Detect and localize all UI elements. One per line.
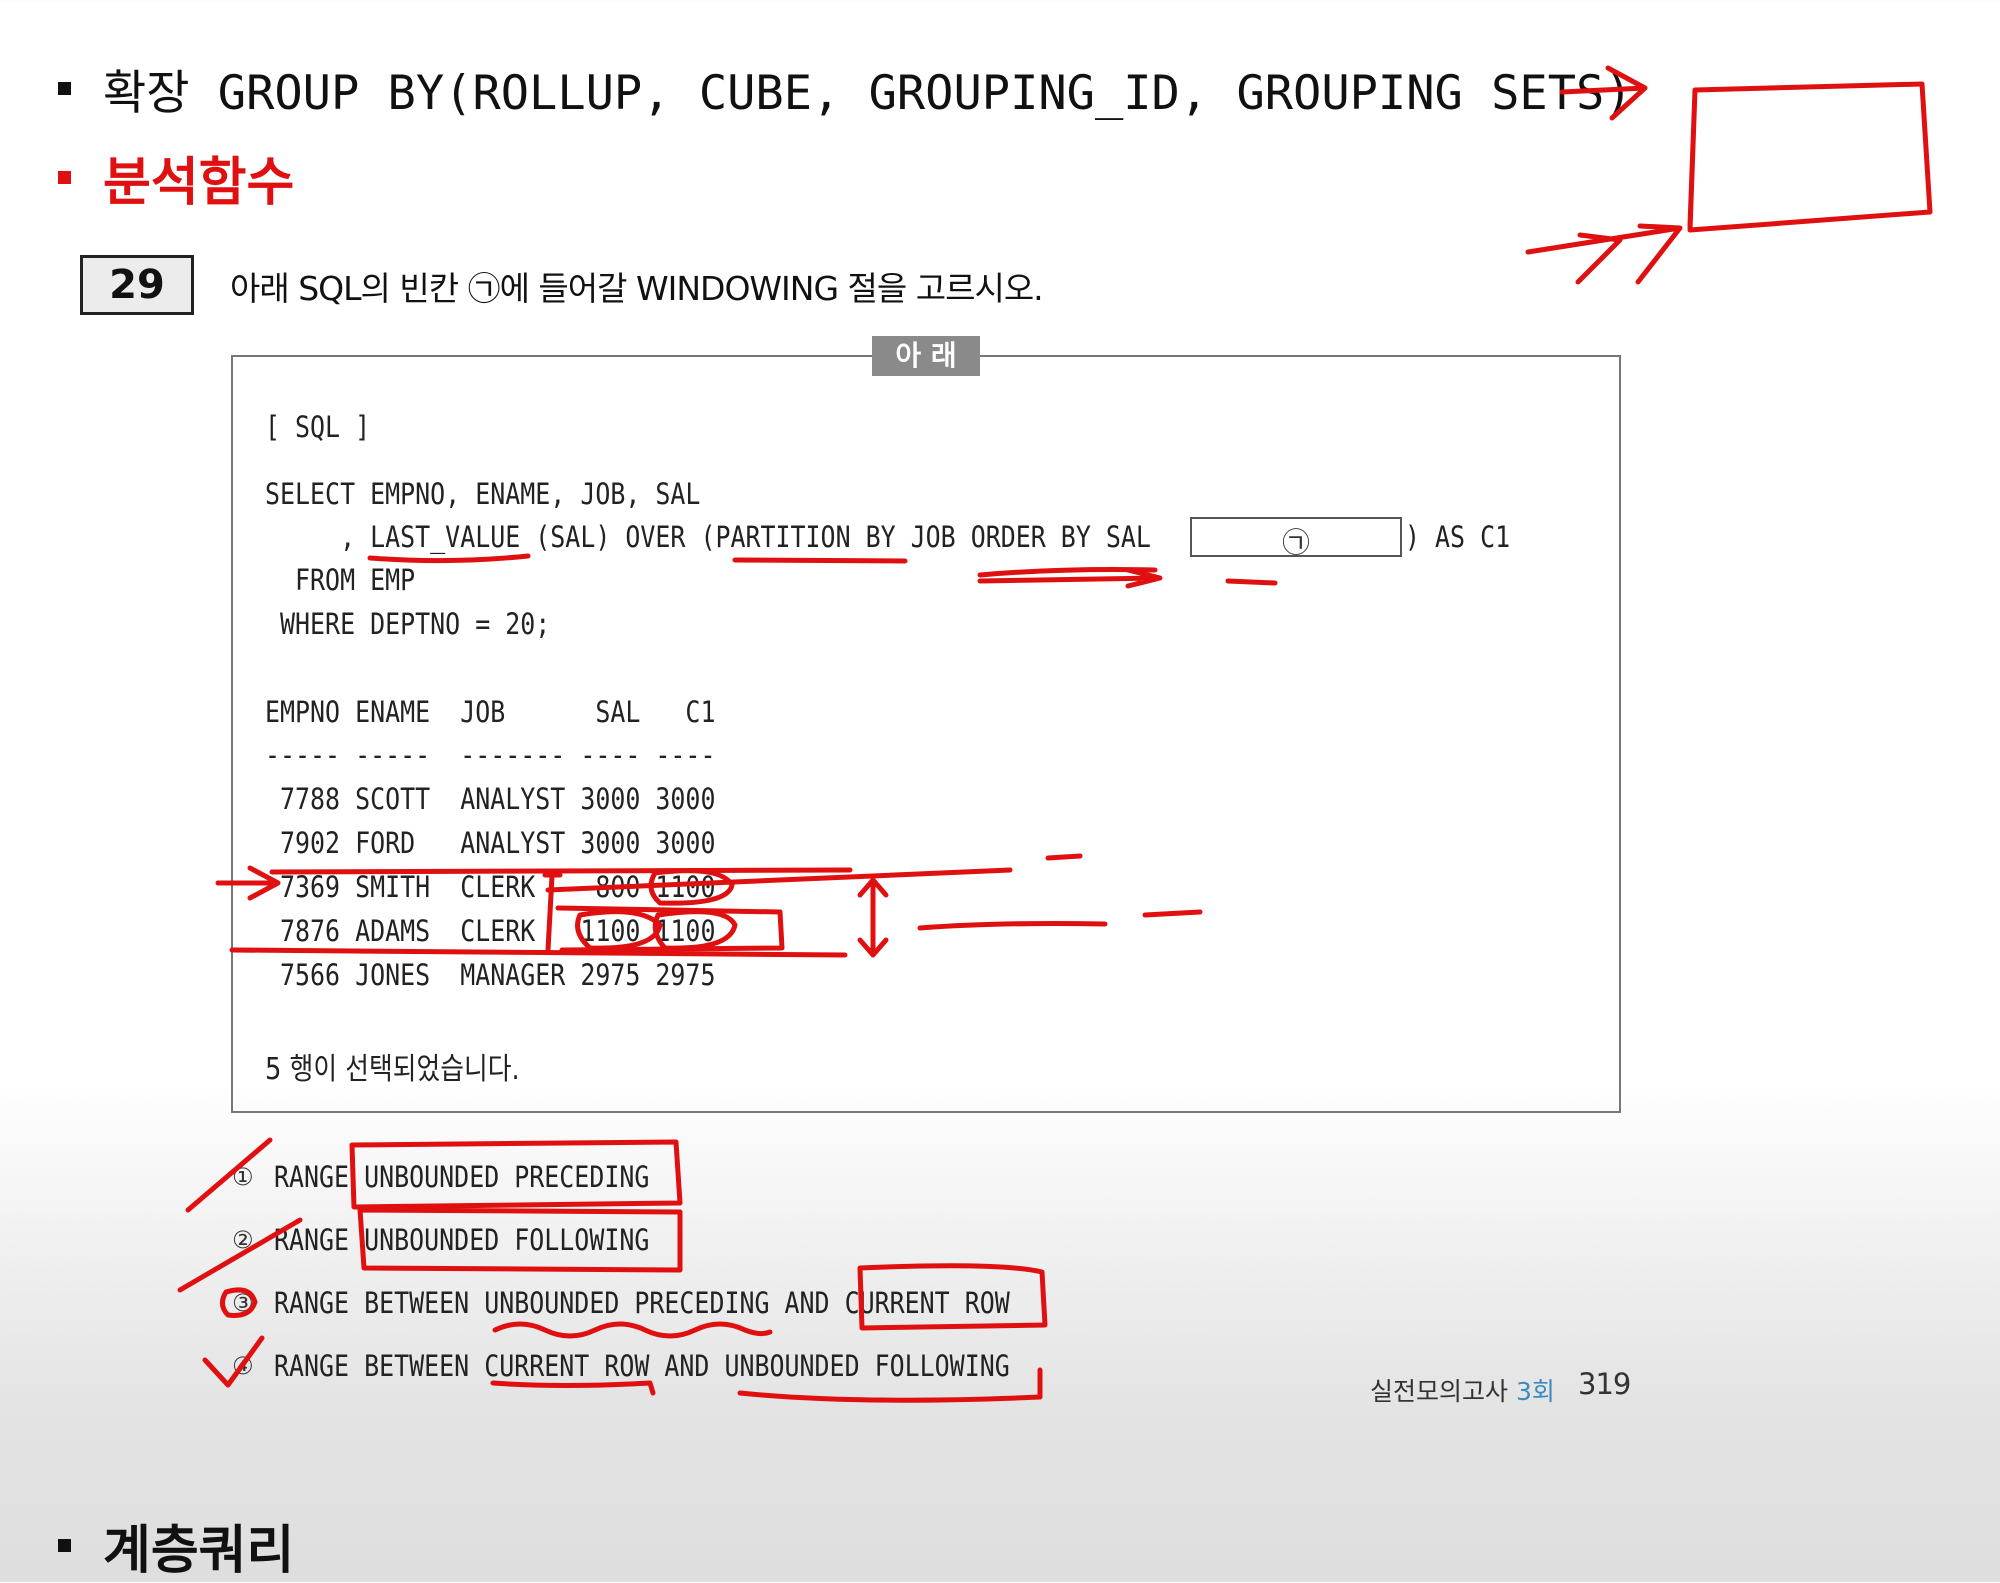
bullet-hierarchical-query: 계층쿼리 (58, 1508, 294, 1583)
sql-box (231, 355, 1621, 1113)
underline-option-4-current-row (490, 1380, 656, 1396)
bullet-extended-group-by: 확장 GROUP BY(ROLLUP, CUBE, GROUPING_ID, G… (58, 54, 1633, 123)
result-row: 7566 JONES MANAGER 2975 2975 (265, 958, 716, 992)
sql-line-2: , LAST_VALUE (SAL) OVER (PARTITION BY JO… (265, 520, 1151, 554)
page-number: 319 (1578, 1367, 1631, 1401)
round-label: 3회 (1515, 1377, 1555, 1406)
wavy-underline-option-3 (492, 1321, 773, 1339)
slash-option-1 (185, 1137, 273, 1213)
result-divider: ----- ----- ------- ---- ---- (265, 738, 716, 772)
result-row: 7902 FORD ANALYST 3000 3000 (265, 826, 716, 860)
sql-line-3: FROM EMP (265, 563, 416, 597)
box-label: 아 래 (872, 336, 980, 376)
bullet-text: 계층쿼리 (103, 1521, 295, 1581)
option-4-number: ④ (232, 1352, 254, 1380)
bullet-text: 분석함수 (103, 153, 295, 213)
result-footer: 5 행이 선택되었습니다. (265, 1052, 520, 1087)
bullet-analytic-functions: 분석함수 (58, 140, 294, 215)
option-3-text[interactable]: RANGE BETWEEN UNBOUNDED PRECEDING AND CU… (274, 1286, 1010, 1320)
option-3-number: ③ (232, 1289, 254, 1317)
result-row: 7788 SCOTT ANALYST 3000 3000 (265, 782, 716, 816)
sketch-box-icon (1687, 81, 1933, 233)
option-4-text[interactable]: RANGE BETWEEN CURRENT ROW AND UNBOUNDED … (274, 1349, 1010, 1383)
sql-line-4: WHERE DEPTNO = 20; (265, 607, 551, 641)
option-1-number: ① (232, 1163, 254, 1191)
option-1-text[interactable]: RANGE UNBOUNDED PRECEDING (274, 1160, 649, 1194)
bullet-text: 확장 GROUP BY(ROLLUP, CUBE, GROUPING_ID, G… (103, 66, 1633, 121)
question-number: 29 (80, 255, 194, 315)
page-footer-series: 실전모의고사 3회 (1370, 1372, 1555, 1408)
bullet-square-icon (58, 171, 71, 184)
sql-label: [ SQL ] (265, 410, 371, 444)
bullet-square-icon (58, 1539, 71, 1552)
bullet-square-icon (58, 82, 71, 95)
option-2-text[interactable]: RANGE UNBOUNDED FOLLOWING (274, 1223, 649, 1257)
series-label: 실전모의고사 (1370, 1377, 1509, 1406)
sql-line-2-end: ) AS C1 (1405, 520, 1511, 554)
sql-line-1: SELECT EMPNO, ENAME, JOB, SAL (265, 477, 701, 511)
result-header: EMPNO ENAME JOB SAL C1 (265, 695, 716, 729)
question-text: 아래 SQL의 빈칸 ㉠에 들어갈 WINDOWING 절을 고르시오. (230, 269, 1044, 308)
double-arrow-icon (1525, 223, 1683, 285)
result-row: 7876 ADAMS CLERK 1100 1100 (265, 914, 716, 948)
blank-marker: ㉠ (1282, 526, 1311, 559)
option-2-number: ② (232, 1226, 254, 1254)
result-row: 7369 SMITH CLERK 800 1100 (265, 870, 716, 904)
